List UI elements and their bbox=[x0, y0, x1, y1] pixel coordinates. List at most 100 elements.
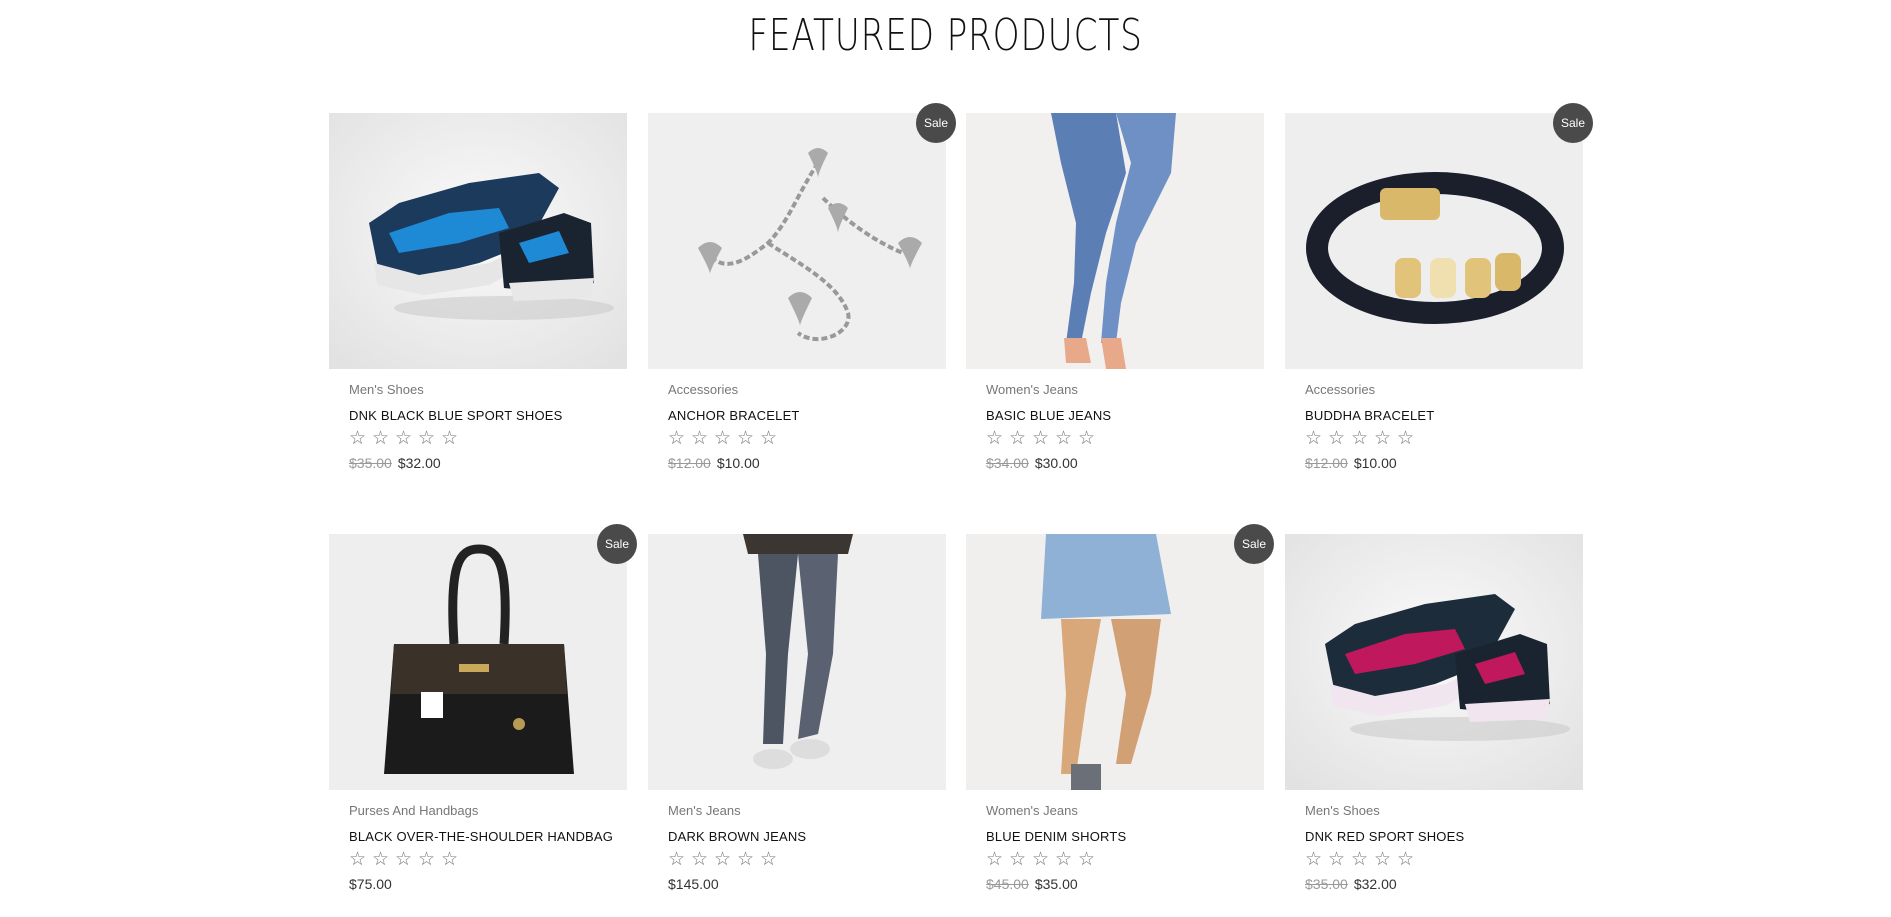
star-icon: ☆ bbox=[1055, 428, 1073, 449]
product-title[interactable]: BUDDHA BRACELET bbox=[1305, 407, 1583, 425]
star-icon: ☆ bbox=[441, 428, 459, 449]
product-image[interactable] bbox=[648, 113, 946, 369]
star-icon: ☆ bbox=[418, 849, 436, 870]
product-image[interactable] bbox=[966, 534, 1264, 790]
star-icon: ☆ bbox=[1328, 428, 1346, 449]
product-title[interactable]: DNK BLACK BLUE SPORT SHOES bbox=[349, 407, 627, 425]
star-icon: ☆ bbox=[1351, 849, 1369, 870]
rating-stars: ☆ ☆ ☆ ☆ ☆ bbox=[349, 428, 627, 450]
product-title[interactable]: ANCHOR BRACELET bbox=[668, 407, 946, 425]
product-card[interactable]: Men's Jeans DARK BROWN JEANS ☆ ☆ ☆ ☆ ☆ $… bbox=[648, 534, 946, 894]
black-handbag-image bbox=[329, 534, 627, 790]
star-icon: ☆ bbox=[349, 849, 367, 870]
product-price: $12.00 $10.00 bbox=[1305, 453, 1583, 473]
star-icon: ☆ bbox=[395, 428, 413, 449]
star-icon: ☆ bbox=[760, 428, 778, 449]
product-price: $12.00 $10.00 bbox=[668, 453, 946, 473]
current-price: $32.00 bbox=[397, 455, 441, 471]
page-title: FEATURED PRODUCTS bbox=[748, 10, 1143, 61]
star-icon: ☆ bbox=[1009, 428, 1027, 449]
old-price: $12.00 bbox=[668, 455, 711, 471]
product-card[interactable]: Sale Accessories BUDDHA BRACELET ☆ ☆ ☆ ☆… bbox=[1285, 103, 1593, 473]
product-card[interactable]: Men's Shoes DNK RED SPORT SHOES ☆ ☆ ☆ ☆ … bbox=[1285, 534, 1583, 894]
product-price: $35.00 $32.00 bbox=[349, 453, 627, 473]
product-card[interactable]: Sale Accessories ANCHOR BRACELET ☆ ☆ ☆ ☆… bbox=[648, 103, 956, 473]
star-icon: ☆ bbox=[668, 428, 686, 449]
product-category[interactable]: Women's Jeans bbox=[986, 380, 1264, 400]
rating-stars: ☆ ☆ ☆ ☆ ☆ bbox=[986, 428, 1264, 450]
product-title[interactable]: DARK BROWN JEANS bbox=[668, 828, 946, 846]
old-price: $45.00 bbox=[986, 876, 1029, 892]
current-price: $35.00 bbox=[1034, 876, 1078, 892]
dark-jeans-image bbox=[648, 534, 946, 790]
star-icon: ☆ bbox=[1328, 849, 1346, 870]
product-category[interactable]: Accessories bbox=[1305, 380, 1583, 400]
red-sneaker-image bbox=[1285, 534, 1583, 790]
sale-badge: Sale bbox=[916, 103, 956, 143]
product-category[interactable]: Accessories bbox=[668, 380, 946, 400]
product-title[interactable]: BLACK OVER-THE-SHOULDER HANDBAG bbox=[349, 828, 627, 846]
current-price: $145.00 bbox=[668, 876, 719, 892]
rating-stars: ☆ ☆ ☆ ☆ ☆ bbox=[1305, 428, 1583, 450]
star-icon: ☆ bbox=[1032, 849, 1050, 870]
star-icon: ☆ bbox=[714, 428, 732, 449]
star-icon: ☆ bbox=[691, 849, 709, 870]
star-icon: ☆ bbox=[760, 849, 778, 870]
star-icon: ☆ bbox=[986, 428, 1004, 449]
product-price: $75.00 bbox=[349, 874, 627, 894]
current-price: $10.00 bbox=[716, 455, 760, 471]
blue-jeans-legs-image bbox=[966, 113, 1264, 369]
product-category[interactable]: Men's Jeans bbox=[668, 801, 946, 821]
star-icon: ☆ bbox=[395, 849, 413, 870]
star-icon: ☆ bbox=[737, 428, 755, 449]
product-card[interactable]: Sale Purses And Handbags BLACK OVER-THE-… bbox=[329, 524, 637, 894]
product-title[interactable]: DNK RED SPORT SHOES bbox=[1305, 828, 1583, 846]
product-price: $35.00 $32.00 bbox=[1305, 874, 1583, 894]
product-price: $45.00 $35.00 bbox=[986, 874, 1264, 894]
old-price: $12.00 bbox=[1305, 455, 1348, 471]
star-icon: ☆ bbox=[418, 428, 436, 449]
star-icon: ☆ bbox=[1397, 849, 1415, 870]
product-title[interactable]: BASIC BLUE JEANS bbox=[986, 407, 1264, 425]
product-image[interactable] bbox=[648, 534, 946, 790]
product-card[interactable]: Men's Shoes DNK BLACK BLUE SPORT SHOES ☆… bbox=[329, 113, 627, 473]
product-card[interactable]: Women's Jeans BASIC BLUE JEANS ☆ ☆ ☆ ☆ ☆… bbox=[966, 113, 1264, 473]
star-icon: ☆ bbox=[1351, 428, 1369, 449]
product-image[interactable] bbox=[1285, 113, 1583, 369]
product-image[interactable] bbox=[1285, 534, 1583, 790]
rating-stars: ☆ ☆ ☆ ☆ ☆ bbox=[986, 849, 1264, 871]
star-icon: ☆ bbox=[372, 428, 390, 449]
product-title[interactable]: BLUE DENIM SHORTS bbox=[986, 828, 1264, 846]
star-icon: ☆ bbox=[1305, 428, 1323, 449]
product-category[interactable]: Men's Shoes bbox=[1305, 801, 1583, 821]
star-icon: ☆ bbox=[1374, 428, 1392, 449]
star-icon: ☆ bbox=[737, 849, 755, 870]
star-icon: ☆ bbox=[372, 849, 390, 870]
star-icon: ☆ bbox=[1078, 849, 1096, 870]
product-image[interactable] bbox=[329, 113, 627, 369]
product-price: $145.00 bbox=[668, 874, 946, 894]
product-category[interactable]: Women's Jeans bbox=[986, 801, 1264, 821]
product-price: $34.00 $30.00 bbox=[986, 453, 1264, 473]
star-icon: ☆ bbox=[349, 428, 367, 449]
star-icon: ☆ bbox=[668, 849, 686, 870]
current-price: $32.00 bbox=[1353, 876, 1397, 892]
current-price: $30.00 bbox=[1034, 455, 1078, 471]
old-price: $34.00 bbox=[986, 455, 1029, 471]
rating-stars: ☆ ☆ ☆ ☆ ☆ bbox=[349, 849, 627, 871]
star-icon: ☆ bbox=[986, 849, 1004, 870]
product-image[interactable] bbox=[329, 534, 627, 790]
sale-badge: Sale bbox=[597, 524, 637, 564]
star-icon: ☆ bbox=[1397, 428, 1415, 449]
star-icon: ☆ bbox=[691, 428, 709, 449]
star-icon: ☆ bbox=[1055, 849, 1073, 870]
rating-stars: ☆ ☆ ☆ ☆ ☆ bbox=[668, 849, 946, 871]
rating-stars: ☆ ☆ ☆ ☆ ☆ bbox=[1305, 849, 1583, 871]
product-card[interactable]: Sale Women's Jeans BLUE DENIM SHORTS ☆ ☆… bbox=[966, 524, 1274, 894]
star-icon: ☆ bbox=[441, 849, 459, 870]
product-category[interactable]: Purses And Handbags bbox=[349, 801, 627, 821]
sale-badge: Sale bbox=[1553, 103, 1593, 143]
product-image[interactable] bbox=[966, 113, 1264, 369]
current-price: $10.00 bbox=[1353, 455, 1397, 471]
product-category[interactable]: Men's Shoes bbox=[349, 380, 627, 400]
